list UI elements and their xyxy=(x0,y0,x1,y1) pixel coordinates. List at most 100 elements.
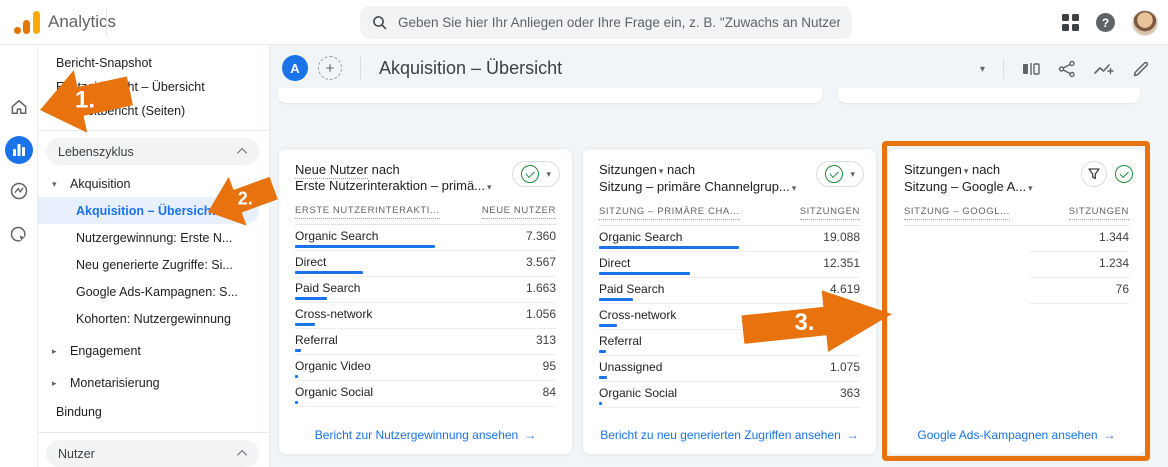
column-header-dimension[interactable]: SITZUNG – PRIMÄRE CHA... xyxy=(599,206,740,220)
row-value: 19.088 xyxy=(823,230,860,244)
search-bar[interactable] xyxy=(360,6,852,39)
advertising-icon[interactable] xyxy=(0,225,38,245)
share-icon[interactable] xyxy=(1058,60,1076,78)
card-footer-link[interactable]: Google Ads-Kampagnen ansehen → xyxy=(888,428,1145,442)
sidebar-item-retention[interactable]: Bindung xyxy=(38,398,269,425)
table-row[interactable]: Direct 12.351 xyxy=(599,252,860,278)
comparison-avatar[interactable]: A xyxy=(282,55,308,81)
arrow-right-icon: → xyxy=(846,428,859,442)
data-quality-pill[interactable]: ▾ xyxy=(512,161,560,187)
sidebar-item-report-snapshot[interactable]: Bericht-Snapshot xyxy=(38,51,269,75)
sidebar-item-user-acquisition[interactable]: Nutzergewinnung: Erste N... xyxy=(38,224,269,251)
card-footer-link[interactable]: Bericht zu neu generierten Zugriffen ans… xyxy=(583,428,876,442)
page-title: Akquisition – Übersicht xyxy=(379,57,563,78)
table-row[interactable]: Organic Search 7.360 xyxy=(295,225,556,251)
divider xyxy=(1003,59,1004,79)
table-row[interactable]: Unassigned 1.075 xyxy=(599,356,860,382)
table-row[interactable]: 76 xyxy=(904,278,1129,304)
row-bar xyxy=(295,297,327,300)
row-label: Paid Search xyxy=(599,282,665,296)
row-bar xyxy=(599,298,633,301)
search-input[interactable] xyxy=(398,15,840,30)
table-row[interactable]: Organic Social 363 xyxy=(599,382,860,408)
row-value: 7.360 xyxy=(525,229,556,243)
table-row[interactable]: Organic Video 95 xyxy=(295,355,556,381)
row-label: Organic Social xyxy=(295,385,374,399)
data-quality-pill[interactable]: ▾ xyxy=(816,161,864,187)
check-circle-icon[interactable] xyxy=(1115,165,1133,183)
collapse-chevron-icon xyxy=(237,147,248,158)
divider xyxy=(38,130,269,131)
sidebar-item-engagement[interactable]: ▸ Engagement xyxy=(38,338,269,364)
table-header-row: SITZUNG – GOOGL... SITZUNGEN xyxy=(904,206,1129,226)
reports-icon-active[interactable] xyxy=(5,136,33,164)
row-bar xyxy=(295,323,315,326)
header-dropdown-caret-icon[interactable]: ▾ xyxy=(980,64,985,75)
sidebar-item-google-ads-campaigns[interactable]: Google Ads-Kampagnen: S... xyxy=(38,278,269,305)
cutoff-card-above-right xyxy=(838,88,1140,103)
row-bar xyxy=(599,272,690,275)
cutoff-card-above-left xyxy=(278,88,822,103)
row-value: 1.234 xyxy=(1029,256,1129,278)
row-label: Organic Search xyxy=(599,230,683,244)
comparison-icon[interactable] xyxy=(1022,60,1040,78)
row-label: Cross-network xyxy=(295,307,373,321)
table-row[interactable]: Referral 313 xyxy=(295,329,556,355)
check-circle-icon xyxy=(825,165,844,183)
row-bar xyxy=(295,271,363,274)
row-value: 1.056 xyxy=(525,307,556,321)
column-header-metric[interactable]: NEUE NUTZER xyxy=(481,205,556,219)
table-header-row: SITZUNG – PRIMÄRE CHA... SITZUNGEN xyxy=(599,206,860,226)
column-header-dimension[interactable]: ERSTE NUTZERINTERAKTI... xyxy=(295,205,440,219)
edit-pencil-icon[interactable] xyxy=(1132,60,1150,78)
row-value: 84 xyxy=(542,385,556,399)
table-row[interactable]: Paid Search 1.663 xyxy=(295,277,556,303)
apps-grid-icon[interactable] xyxy=(1062,14,1079,31)
table-header-row: ERSTE NUTZERINTERAKTI... NEUE NUTZER xyxy=(295,205,556,225)
explore-icon[interactable] xyxy=(0,181,38,201)
help-icon[interactable]: ? xyxy=(1096,13,1115,32)
sidebar-section-user[interactable]: Nutzer xyxy=(46,440,259,467)
table-row[interactable]: Organic Social 84 xyxy=(295,381,556,407)
row-label: Organic Video xyxy=(295,359,371,373)
table-row[interactable]: Organic Search 19.088 xyxy=(599,226,860,252)
dimension-caret-icon[interactable]: ▾ xyxy=(1028,183,1033,193)
tree-expand-icon: ▾ xyxy=(52,178,57,189)
table-row[interactable]: 1.344 xyxy=(904,226,1129,252)
row-value: 76 xyxy=(1029,282,1129,304)
row-bar xyxy=(295,401,298,404)
sidebar-item-monetization[interactable]: ▸ Monetarisierung xyxy=(38,370,269,396)
row-label: Organic Social xyxy=(599,386,678,400)
dimension-caret-icon[interactable]: ▾ xyxy=(792,183,797,193)
left-icon-rail xyxy=(0,45,38,467)
insights-icon[interactable] xyxy=(1094,60,1114,78)
table-row[interactable]: Cross-network 1.056 xyxy=(295,303,556,329)
home-icon[interactable] xyxy=(0,97,38,117)
sidebar-section-lifecycle[interactable]: Lebenszyklus xyxy=(46,138,259,165)
row-label: Direct xyxy=(599,256,631,270)
card-footer-link[interactable]: Bericht zur Nutzergewinnung ansehen → xyxy=(279,428,572,442)
tree-collapsed-icon: ▸ xyxy=(52,377,57,388)
top-app-bar: Analytics ? xyxy=(0,0,1168,45)
table-row[interactable]: 1.234 xyxy=(904,252,1129,278)
table-row[interactable]: Paid Search 4.619 xyxy=(599,278,860,304)
column-header-dimension[interactable]: SITZUNG – GOOGL... xyxy=(904,206,1010,220)
divider xyxy=(106,8,107,36)
sidebar-item-cohorts[interactable]: Kohorten: Nutzergewinnung xyxy=(38,305,269,332)
row-value: 363 xyxy=(839,386,860,400)
divider xyxy=(360,57,361,79)
sidebar-item-traffic-acquisition[interactable]: Neu generierte Zugriffe: Si... xyxy=(38,251,269,278)
filter-funnel-icon[interactable] xyxy=(1081,161,1107,187)
add-comparison-button[interactable]: + xyxy=(318,56,342,80)
arrow-right-icon: → xyxy=(1103,428,1116,442)
column-header-metric[interactable]: SITZUNGEN xyxy=(799,206,860,220)
row-label: Direct xyxy=(295,255,327,269)
row-bar xyxy=(599,376,607,379)
card-sessions-by-google-ads: Sitzungen ▾ nach Sitzung – Google A... ▾ S… xyxy=(887,148,1146,455)
dimension-caret-icon[interactable]: ▾ xyxy=(487,182,492,192)
pill-caret-icon: ▾ xyxy=(850,168,855,179)
column-header-metric[interactable]: SITZUNGEN xyxy=(1068,206,1129,220)
arrow-right-icon: → xyxy=(524,428,537,442)
user-avatar[interactable] xyxy=(1132,9,1158,36)
table-row[interactable]: Direct 3.567 xyxy=(295,251,556,277)
